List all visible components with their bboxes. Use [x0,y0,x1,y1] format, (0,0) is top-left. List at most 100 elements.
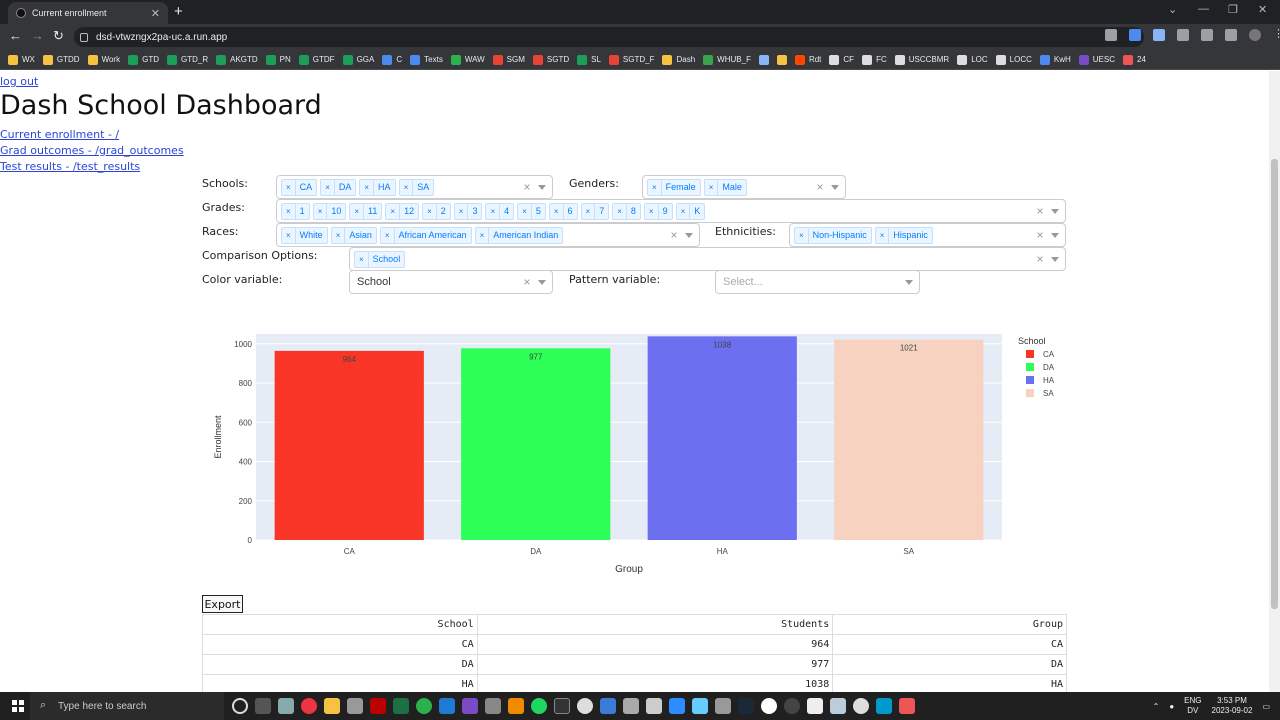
grade-chip[interactable]: × 8 [612,202,641,220]
remove-chip-icon[interactable]: × [550,203,564,219]
bookmark-item[interactable]: GTD [128,54,159,65]
sidepanel-icon[interactable] [1225,29,1237,41]
remove-chip-icon[interactable]: × [876,227,890,243]
table-header-cell[interactable]: School [202,614,478,635]
chevron-up-icon[interactable]: ⌃ [1153,702,1160,711]
nav-link-test-results[interactable]: Test results - /test_results [0,160,140,173]
remove-chip-icon[interactable]: × [282,203,296,219]
comparison-dropdown[interactable]: × School × [349,247,1066,271]
remove-chip-icon[interactable]: × [677,203,691,219]
notification-icon[interactable]: ▭ [1262,702,1270,711]
app-icon[interactable] [600,698,616,714]
pattern-variable-dropdown[interactable]: Select... [715,270,920,294]
gender-chip[interactable]: × Male [703,178,747,196]
app-icon[interactable] [347,698,363,714]
app-icon[interactable] [646,698,662,714]
grade-chip[interactable]: × 3 [453,202,483,220]
grade-chip[interactable]: × 5 [517,202,546,220]
vscode-icon[interactable] [439,698,455,714]
minimize-icon[interactable]: — [1198,3,1209,15]
zoom-icon[interactable] [669,698,685,714]
clear-icon[interactable]: × [813,180,827,194]
bookmark-item[interactable]: WAW [450,54,485,65]
spotify-icon[interactable] [531,698,547,714]
app-icon[interactable] [807,698,823,714]
bookmark-item[interactable]: SGTD [532,54,569,65]
bookmark-item[interactable] [758,54,769,65]
bookmark-item[interactable]: UESC [1078,54,1115,65]
grade-chip[interactable]: × K [675,202,706,220]
browser-tab[interactable]: Current enrollment ✕ [8,2,168,24]
file-explorer-icon[interactable] [324,698,340,714]
remove-chip-icon[interactable]: × [350,203,365,219]
restore-icon[interactable]: ❐ [1228,3,1238,16]
bookmark-item[interactable]: Work [87,54,120,65]
scrollbar-thumb[interactable] [1271,159,1278,609]
app-icon[interactable] [899,698,915,714]
back-icon[interactable]: ← [9,28,22,43]
bookmark-item[interactable]: GTDD [42,54,80,65]
app-icon[interactable] [577,698,593,714]
school-chip[interactable]: × CA [281,178,318,196]
star-icon[interactable] [1129,29,1141,41]
race-chip[interactable]: × American Indian [474,226,564,244]
app-icon[interactable] [830,698,846,714]
chrome-icon[interactable] [301,698,317,714]
app-icon[interactable] [623,698,639,714]
excel-icon[interactable] [393,698,409,714]
windows-start-icon[interactable] [12,700,24,712]
comparison-chip[interactable]: × School [354,250,406,268]
app-icon[interactable] [715,698,731,714]
terminal-icon[interactable] [554,698,570,714]
close-window-icon[interactable]: ✕ [1258,3,1267,16]
logout-link[interactable]: log out [0,75,38,88]
remove-chip-icon[interactable]: × [282,227,296,243]
remove-chip-icon[interactable]: × [705,179,719,195]
grade-chip[interactable]: × 9 [643,202,673,220]
remove-chip-icon[interactable]: × [648,179,662,195]
nav-link-grad-outcomes[interactable]: Grad outcomes - /grad_outcomes [0,144,184,157]
grade-chip[interactable]: × 11 [349,202,383,220]
bookmark-item[interactable]: SL [577,54,601,65]
chevron-down-icon[interactable] [685,232,693,238]
ethnicities-dropdown[interactable]: × Non-Hispanic × Hispanic × [789,223,1066,247]
race-chip[interactable]: × Asian [330,226,377,244]
profile-avatar[interactable] [1249,29,1261,41]
remove-chip-icon[interactable]: × [795,227,809,243]
bookmark-item[interactable]: GGA [342,54,374,65]
microphone-icon[interactable]: ● [1169,702,1174,711]
cortana-icon[interactable] [232,698,248,714]
taskbar-search-input[interactable]: ⌕ Type here to search [30,692,224,720]
grade-chip[interactable]: × 4 [485,202,515,220]
visual-studio-icon[interactable] [462,698,478,714]
bookmark-item[interactable]: CF [829,54,854,65]
bookmark-item[interactable]: SGM [492,54,525,65]
grades-dropdown[interactable]: × 1 × 10 × 11 × 12 × 2 × 3 × 4 × 5 × 6 × 7 × 8 × 9 × K × [276,199,1066,223]
remove-chip-icon[interactable]: × [282,179,296,195]
school-chip[interactable]: × DA [320,178,357,196]
bookmark-item[interactable]: USCCBMR [894,54,949,65]
remove-chip-icon[interactable]: × [355,251,369,267]
reload-icon[interactable]: ↻ [53,28,64,44]
bookmark-item[interactable]: Rdt [794,54,821,65]
enrollment-bar-chart[interactable]: 0 200 400 600 800 1000 964 CA 977 DA 1038 HA 1021 SA G… [202,327,1068,577]
genders-dropdown[interactable]: × Female × Male × [642,175,846,199]
chevron-down-icon[interactable] [538,279,546,285]
extension-icon[interactable] [1177,29,1189,41]
remove-chip-icon[interactable]: × [381,227,395,243]
extension-icon[interactable] [1153,29,1165,41]
races-dropdown[interactable]: × White × Asian × African American × American I… [276,223,700,247]
grade-chip[interactable]: × 2 [422,202,451,220]
grade-chip[interactable]: × 7 [580,202,610,220]
language-indicator[interactable]: ENG DV [1184,696,1201,716]
app-icon[interactable] [876,698,892,714]
clear-icon[interactable]: × [520,180,534,194]
grade-chip[interactable]: × 12 [385,202,420,220]
task-view-icon[interactable] [255,698,271,714]
clock-app-icon[interactable] [853,698,869,714]
remove-chip-icon[interactable]: × [486,203,501,219]
nav-link-current-enrollment[interactable]: Current enrollment - / [0,128,119,141]
grade-chip[interactable]: × 10 [312,202,347,220]
remove-chip-icon[interactable]: × [423,203,437,219]
bookmark-item[interactable]: 24 [1123,54,1146,65]
